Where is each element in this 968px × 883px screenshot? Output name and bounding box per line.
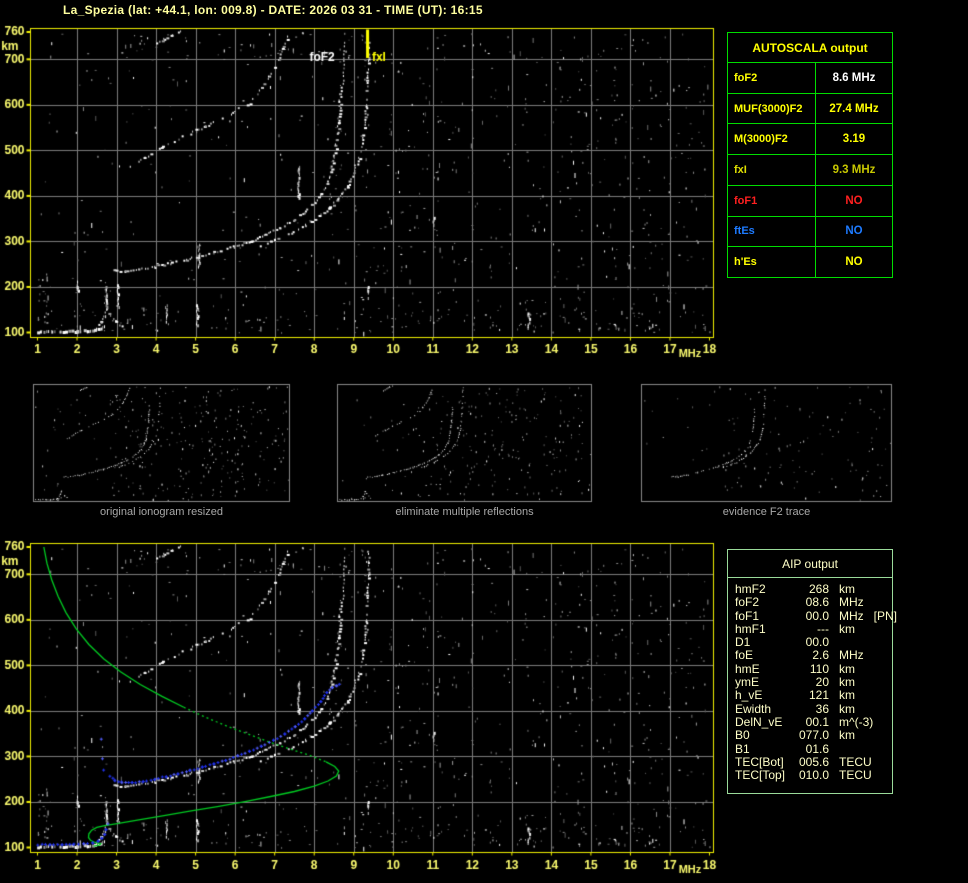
aip-row: D1 00.0 [735, 635, 829, 650]
parameter-label: ftEs [728, 216, 816, 247]
parameter-label: fxI [728, 155, 816, 185]
parameter-label: h'Es [728, 247, 816, 278]
aip-table-title: AIP output [727, 549, 893, 578]
parameter-value: 9.3 MHz [832, 164, 876, 177]
aip-row: TEC[Top] 010.0 TECU [735, 768, 872, 783]
table-row: h'Es NO [728, 247, 892, 278]
parameter-value: NO [845, 256, 863, 269]
parameter-value: NO [845, 194, 863, 207]
parameter-label: M(3000)F2 [728, 124, 816, 155]
aip-output-table: AIP output hmF2 268 km foF2 08.6 MHz foF1 00.0 M… [727, 549, 898, 794]
aip-row: h_vE 121 km [735, 688, 855, 703]
station-title: La_Spezia (lat: +44.1, lon: 009.8) - DAT… [63, 3, 483, 17]
aip-row: hmF1 --- km [735, 621, 855, 636]
aip-row: foF2 08.6 MHz [735, 595, 864, 610]
aip-row: ymE 20 km [735, 675, 855, 690]
parameter-value: 27.4 MHz [829, 102, 879, 115]
aip-row: B1 01.6 [735, 741, 829, 756]
table-row: foF1 NO [728, 185, 892, 217]
aip-table-rows: hmF2 268 km foF2 08.6 MHz foF1 00.0 MHz [PN] hmF1-… [727, 578, 898, 794]
bottom-profile-plot [30, 543, 714, 853]
autoscala-output-table: AUTOSCALA output foF2 8.6 MHz MUF(3000)F2 2… [727, 32, 893, 278]
thumbnail-caption-cleaned: eliminate multiple reflections [395, 506, 534, 518]
thumbnail-original [33, 384, 290, 502]
aip-row: hmE 110 km [735, 661, 855, 676]
parameter-label: foF2 [728, 63, 816, 93]
thumbnail-caption-f2trace: evidence F2 trace [722, 506, 811, 518]
table-row: MUF(3000)F2 27.4 MHz [728, 93, 892, 125]
autoscala-table-rows: foF2 8.6 MHz MUF(3000)F2 27.4 MHz M(3000)F2 3… [728, 63, 892, 278]
aip-row: foE 2.6 MHz [735, 648, 864, 663]
parameter-value: 8.6 MHz [832, 71, 876, 84]
aip-row: DelN_vE 00.1 m^(-3) [735, 714, 874, 729]
parameter-value: NO [845, 225, 863, 238]
autoscala-window: La_Spezia (lat: +44.1, lon: 009.8) - DAT… [0, 0, 968, 883]
table-row: foF2 8.6 MHz [728, 63, 892, 94]
parameter-label: foF1 [728, 185, 816, 216]
parameter-label: MUF(3000)F2 [728, 93, 816, 124]
thumbnail-f2trace [641, 384, 892, 502]
autoscala-table-title: AUTOSCALA output [728, 33, 892, 63]
aip-row: Ewidth 36 km [735, 701, 855, 716]
aip-row: TEC[Bot] 005.6 TECU [735, 754, 872, 769]
thumbnail-caption-original: original ionogram resized [100, 506, 223, 518]
top-ionogram-plot [30, 28, 714, 338]
table-row: M(3000)F2 3.19 [728, 124, 892, 156]
table-row: fxI 9.3 MHz [728, 155, 892, 186]
thumbnail-cleaned [337, 384, 592, 502]
aip-row: B0 077.0 km [735, 728, 855, 743]
aip-row: hmF2 268 km [735, 582, 855, 596]
table-row: ftEs NO [728, 216, 892, 248]
parameter-value: 3.19 [842, 133, 866, 146]
aip-row: foF1 00.0 MHz [PN] [735, 608, 898, 623]
